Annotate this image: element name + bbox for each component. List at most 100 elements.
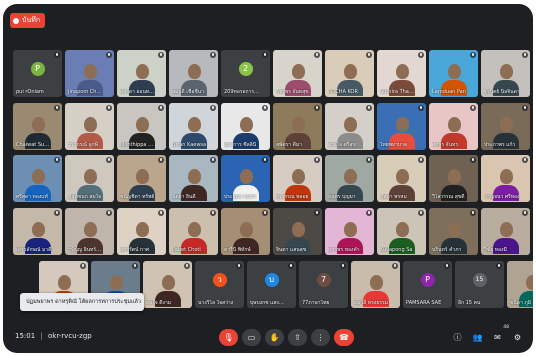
participant-tile[interactable]: Lamduan Pan	[429, 50, 478, 97]
participant-name: ชนัญชิดา ทรัพย์	[120, 194, 155, 200]
participant-tile[interactable]: วนางวิไล ใจสว่าง	[195, 261, 244, 308]
participant-name: วรัญญู อินทร์ศรีมณี	[68, 247, 104, 253]
recording-label: บันทึก	[22, 16, 41, 24]
separator: |	[40, 332, 43, 340]
participant-tile[interactable]: วรัญญู อินทร์ศรีมณี	[65, 208, 114, 255]
participant-name: วิไลวรรณ สุขดี	[432, 194, 465, 200]
participant-tile[interactable]: ฐานิตย์ นิลจินดา	[481, 50, 530, 97]
participant-tile[interactable]: นิตยา ยินดี	[169, 155, 218, 202]
participant-tile[interactable]: วิชัย ทองมี	[481, 208, 530, 255]
participant-tile[interactable]: สุภาพร ทองคำ	[325, 208, 374, 255]
participant-tile[interactable]: Suthira Thavont	[377, 50, 426, 97]
participant-tile[interactable]: สมใจ ดีงาม	[143, 261, 192, 308]
participant-name: ศรีสุดา ทองแท้	[16, 194, 48, 200]
participant-tile[interactable]: อรวรรณ พลอย	[273, 155, 322, 202]
participant-tile[interactable]: วราภรณ์ ลูกษี	[65, 103, 114, 150]
participant-tile[interactable]: ไทยพยาบาล	[377, 103, 426, 150]
participant-name: วิชัย ทองมี	[484, 247, 507, 253]
participant-tile[interactable]: จินดา แสนสุข	[273, 208, 322, 255]
participant-tile[interactable]: Ppui rOnlam	[13, 50, 62, 97]
call-controls: 🎙 ▭ ✋ ⇪ ⋮ ☎	[219, 329, 354, 346]
avatar: P	[30, 61, 45, 76]
avatar: บ	[264, 272, 279, 287]
participant-tile[interactable]: พิมพ์ชนก สมใจ	[65, 155, 114, 202]
mic-status-icon	[418, 210, 424, 216]
participant-tile[interactable]: 15 อีก 15 คน	[455, 261, 504, 308]
more-options-button[interactable]: ⋮	[311, 329, 330, 346]
activities-icon[interactable]: ⚙	[512, 332, 523, 343]
participant-tile[interactable]: PITCHA KOR	[325, 50, 374, 97]
mic-status-icon	[262, 157, 268, 163]
participant-tile[interactable]: Chaiwat Suebsaeng	[13, 103, 62, 150]
participant-tile[interactable]: ประภาพร แก้ว	[481, 103, 530, 150]
mic-status-icon	[314, 52, 320, 58]
mic-status-icon	[470, 210, 476, 216]
participant-name: นิตยา ยินดี	[172, 194, 196, 200]
chat-icon[interactable]: ✉	[492, 332, 503, 343]
clock-time: 15:01	[15, 332, 36, 340]
camera-button[interactable]: ▭	[242, 329, 261, 346]
participant-tile[interactable]: นรินทร์ คำภา	[429, 208, 478, 255]
participant-tile[interactable]: เสาวลักษณ์ มาดี	[13, 208, 62, 255]
avatar: P	[420, 272, 435, 287]
person-head	[343, 169, 357, 184]
recording-badge: บันทึก	[10, 13, 46, 28]
mic-status-icon	[366, 210, 372, 216]
mic-status-icon	[262, 105, 268, 111]
participant-tile[interactable]: สุมาลี ทรงธรรม	[351, 261, 400, 308]
participant-tile[interactable]: ชนิดา ภูมิ	[507, 261, 533, 308]
participant-name: ผู้จัดการ ซีลลินี	[224, 142, 257, 148]
participant-tile[interactable]: บบุษบงกช แสงจันทร์	[247, 261, 296, 308]
mic-muted-button[interactable]: 🎙	[219, 329, 238, 346]
participant-tile[interactable]: สุจาดา อ่อนทองคำ	[117, 50, 166, 97]
raise-hand-button[interactable]: ✋	[265, 329, 284, 346]
participant-tile[interactable]: ชนัญชิดา ทรัพย์	[117, 155, 166, 202]
participant-tile[interactable]: 2 209หอรอการ เบ	[221, 50, 270, 97]
participant-tile[interactable]: กาญจนา ศรีทอง	[481, 155, 530, 202]
participant-tile[interactable]: ธนพร บุญมา	[325, 155, 374, 202]
mic-status-icon	[444, 263, 450, 269]
participant-tile[interactable]: P PAMSARA SAE	[403, 261, 452, 308]
participant-tile[interactable]: สุดารัตน์ กาศ	[117, 208, 166, 255]
person-head	[291, 222, 305, 237]
person-head	[499, 64, 513, 79]
mic-status-icon	[210, 52, 216, 58]
info-icon[interactable]: ⓘ	[452, 332, 463, 343]
participant-tile[interactable]: Jinapom Chom	[65, 50, 114, 97]
mic-status-icon	[158, 105, 164, 111]
participant-tile[interactable]: ดวงใจ ศรีสุข	[325, 103, 374, 150]
leave-call-button[interactable]: ☎	[334, 329, 354, 346]
person-head	[499, 222, 513, 237]
participant-tile[interactable]: ดารินี พิทักษ์	[221, 208, 270, 255]
present-button[interactable]: ⇪	[288, 329, 307, 346]
participant-tile[interactable]: ศรีสุดา ทองแท้	[13, 155, 62, 202]
participant-name: ชนิดา ภูมิ	[510, 300, 532, 306]
meet-window: Ppui rOnlamJinapom Chomสุจาดา อ่อนทองคำส…	[3, 4, 533, 353]
mic-status-icon	[236, 263, 242, 269]
participant-tile[interactable]: 7 77ภาษาไทย	[299, 261, 348, 308]
mic-status-icon	[106, 210, 112, 216]
participant-tile[interactable]: Pabet Choti	[169, 208, 218, 255]
participant-tile[interactable]: วิไลวรรณ สุขดี	[429, 155, 478, 202]
mic-status-icon	[158, 210, 164, 216]
participant-tile[interactable]: สมฤดี เชื้อชีนา	[169, 50, 218, 97]
person-head	[525, 275, 533, 290]
person-head	[291, 64, 305, 79]
mic-status-icon	[522, 210, 528, 216]
participant-tile[interactable]: Monthippa Suwa	[117, 103, 166, 150]
participant-tile[interactable]: Niran Kaewsa	[169, 103, 218, 150]
participant-tile[interactable]: ปัทมา พรหม	[377, 155, 426, 202]
participant-tile[interactable]: สุพัตรา ดีมา	[273, 103, 322, 150]
participant-tile[interactable]: Kullapong Sa	[377, 208, 426, 255]
participant-tile[interactable]: วัชรพร จันทสุข	[273, 50, 322, 97]
mic-status-icon	[54, 105, 60, 111]
person-head	[447, 169, 461, 184]
participant-tile[interactable]: ศศิธร จันทร	[429, 103, 478, 150]
participant-tile[interactable]: ประยุทธ จันทร์	[221, 155, 270, 202]
participant-tile[interactable]: ผู้จัดการ ซีลลินี	[221, 103, 270, 150]
participant-name: Kullapong Sa	[380, 247, 413, 253]
mic-status-icon	[392, 263, 398, 269]
participant-name: นางวิไล ใจสว่าง	[198, 300, 234, 306]
mic-status-icon	[366, 52, 372, 58]
people-icon[interactable]: 👥	[472, 332, 483, 343]
